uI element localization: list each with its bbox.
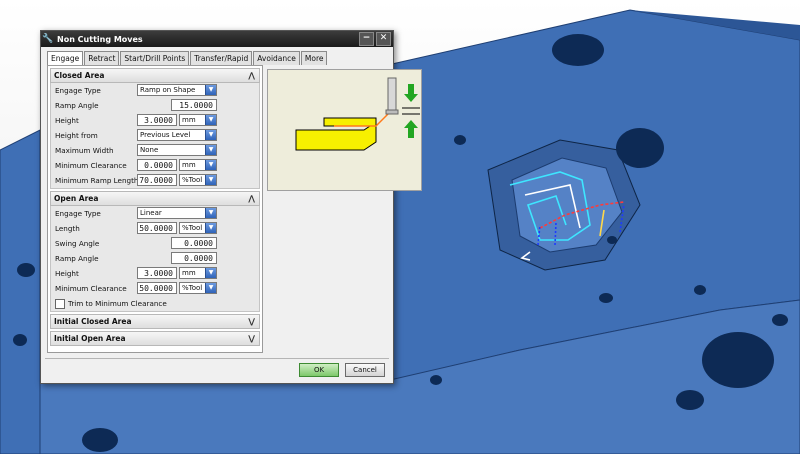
open-area-body: Engage Type Linear ▼ Length 50.0000 %Too… [50,206,260,312]
open-length-unit-select[interactable]: %Tool ▼ [179,222,217,234]
open-height-row: Height 3.0000 mm ▼ [51,266,259,281]
chevron-up-icon: ⋀ [248,71,255,80]
tab-engage[interactable]: Engage [47,51,84,66]
tab-avoidance[interactable]: Avoidance [253,51,300,65]
trim-min-clearance-label: Trim to Minimum Clearance [68,299,167,308]
cancel-button[interactable]: Cancel [345,363,385,377]
wrench-icon: 🔧 [42,34,54,44]
open-area-header[interactable]: Open Area ⋀ [50,191,260,206]
closed-min-clearance-row: Minimum Clearance 0.0000 mm ▼ [51,158,259,173]
chevron-down-icon: ▼ [205,145,216,155]
close-button[interactable]: ✕ [376,32,391,46]
ok-button[interactable]: OK [299,363,339,377]
hole [552,34,604,66]
trim-min-clearance-checkbox[interactable] [55,298,65,309]
tab-more[interactable]: More [300,51,328,65]
non-cutting-moves-dialog: 🔧 Non Cutting Moves − ✕ Engage Retract S… [40,30,422,384]
chevron-down-icon: ▼ [205,130,216,140]
hole [17,263,35,277]
closed-height-input[interactable]: 3.0000 [137,114,177,126]
open-ramp-angle-input[interactable]: 0.0000 [171,252,217,264]
chevron-down-icon: ▼ [205,115,216,125]
chevron-down-icon: ▼ [205,175,216,185]
chevron-down-icon: ⋁ [248,317,255,326]
hole [13,334,27,346]
closed-height-from-row: Height from Previous Level ▼ [51,128,259,143]
tab-transfer-rapid[interactable]: Transfer/Rapid [190,51,253,65]
hole [702,332,774,388]
tab-bar: Engage Retract Start/Drill Points Transf… [47,51,328,66]
hole [454,135,466,145]
hole [607,236,617,244]
hole [82,428,118,452]
open-min-clearance-unit-select[interactable]: %Tool ▼ [179,282,217,294]
hole [676,390,704,410]
trim-min-clearance-row: Trim to Minimum Clearance [51,296,259,311]
open-ramp-angle-row: Ramp Angle 0.0000 [51,251,259,266]
open-swing-angle-input[interactable]: 0.0000 [171,237,217,249]
closed-engage-type-row: Engage Type Ramp on Shape ▼ [51,83,259,98]
mold-plate-left [0,129,41,454]
open-height-unit-select[interactable]: mm ▼ [179,267,217,279]
closed-area-header[interactable]: Closed Area ⋀ [50,68,260,83]
hole [430,375,442,385]
dialog-button-bar: OK Cancel [293,363,385,377]
tab-retract[interactable]: Retract [84,51,120,65]
chevron-down-icon: ▼ [205,160,216,170]
minimize-button[interactable]: − [359,32,374,46]
closed-ramp-angle-input[interactable]: 15.0000 [171,99,217,111]
preview-tool [387,77,397,115]
dialog-title: Non Cutting Moves [57,34,143,44]
open-height-input[interactable]: 3.0000 [137,267,177,279]
hole [599,293,613,303]
hole [772,314,788,326]
preview-step [323,117,377,127]
closed-area-body: Engage Type Ramp on Shape ▼ Ramp Angle 1… [50,83,260,189]
initial-closed-area-header[interactable]: Initial Closed Area ⋁ [50,314,260,329]
open-length-input[interactable]: 50.0000 [137,222,177,234]
open-swing-angle-row: Swing Angle 0.0000 [51,236,259,251]
chevron-down-icon: ▼ [205,283,216,293]
dialog-titlebar[interactable]: 🔧 Non Cutting Moves − ✕ [41,31,393,47]
closed-min-clearance-unit-select[interactable]: mm ▼ [179,159,217,171]
open-min-clearance-row: Minimum Clearance 50.0000 %Tool ▼ [51,281,259,296]
dialog-separator [45,358,389,359]
chevron-down-icon: ⋁ [248,334,255,343]
closed-max-width-select[interactable]: None ▼ [137,144,217,156]
closed-height-unit-select[interactable]: mm ▼ [179,114,217,126]
closed-height-from-select[interactable]: Previous Level ▼ [137,129,217,141]
initial-open-area-header[interactable]: Initial Open Area ⋁ [50,331,260,346]
closed-max-width-row: Maximum Width None ▼ [51,143,259,158]
open-min-clearance-input[interactable]: 50.0000 [137,282,177,294]
engage-preview-image [267,69,422,191]
chevron-down-icon: ▼ [205,85,216,95]
hole [694,285,706,295]
closed-min-ramp-length-unit-select[interactable]: %Tool ▼ [179,174,217,186]
closed-min-ramp-length-input[interactable]: 70.0000 [137,174,177,186]
chevron-down-icon: ▼ [205,268,216,278]
open-engage-type-select[interactable]: Linear ▼ [137,207,217,219]
chevron-down-icon: ▼ [205,223,216,233]
tab-start-drill-points[interactable]: Start/Drill Points [120,51,190,65]
open-length-row: Length 50.0000 %Tool ▼ [51,221,259,236]
closed-height-row: Height 3.0000 mm ▼ [51,113,259,128]
chevron-up-icon: ⋀ [248,194,255,203]
closed-ramp-angle-row: Ramp Angle 15.0000 [51,98,259,113]
closed-engage-type-select[interactable]: Ramp on Shape ▼ [137,84,217,96]
closed-min-ramp-length-row: Minimum Ramp Length 70.0000 %Tool ▼ [51,173,259,188]
open-engage-type-row: Engage Type Linear ▼ [51,206,259,221]
closed-min-clearance-input[interactable]: 0.0000 [137,159,177,171]
hole [616,128,664,168]
engage-tab-panel: Closed Area ⋀ Engage Type Ramp on Shape … [47,65,263,353]
chevron-down-icon: ▼ [205,208,216,218]
